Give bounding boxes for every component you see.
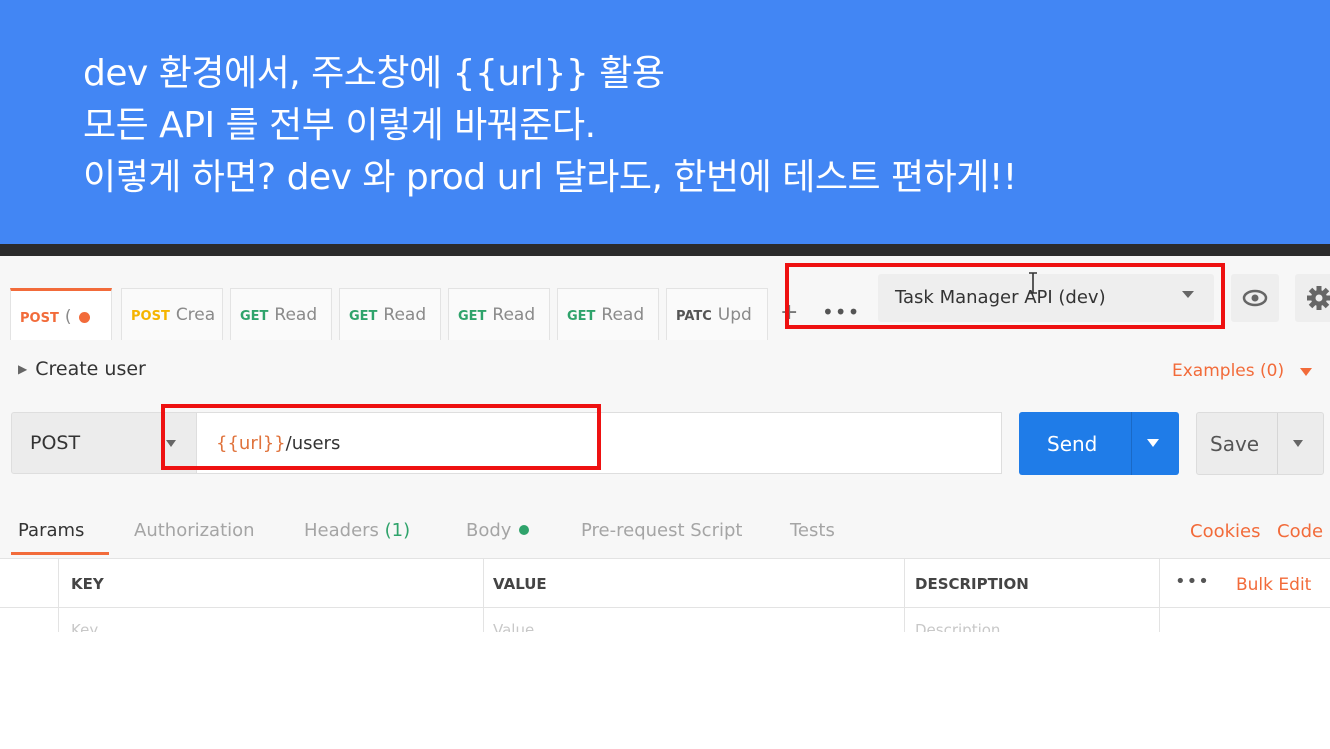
chevron-down-icon[interactable] [1147,439,1159,447]
request-name: Create user [35,358,146,380]
tab-label: Read [383,305,427,325]
body-indicator-dot-icon [519,525,530,535]
save-divider [1277,413,1278,474]
tab-label: ( [64,307,72,327]
request-tab[interactable]: POST Crea [121,288,223,340]
active-tab-indicator [11,552,109,555]
request-tab-active[interactable]: POST ( [10,288,112,340]
url-highlight-box [161,404,601,470]
chevron-down-icon[interactable] [1293,440,1303,447]
tab-label: Read [601,305,645,325]
window-top-edge [0,244,1330,256]
triangle-right-icon: ▶ [18,362,28,376]
postman-window: POST ( POST Crea GET Read GET Read GET Read G… [0,256,1330,632]
tab-body-label: Body [466,520,512,541]
tab-method: POST [20,311,59,326]
caption-line-3: 이렇게 하면? dev 와 prod url 달라도, 한번에 테스트 편하게!… [83,157,1017,198]
headers-count: (1) [384,520,411,541]
tab-label: Read [492,305,536,325]
tab-params[interactable]: Params [18,520,84,541]
caption-line-2: 모든 API 를 전부 이렇게 바꿔준다. [83,105,596,146]
key-input[interactable]: Key [71,621,98,632]
tab-headers-label: Headers [304,520,379,541]
value-input[interactable]: Value [493,621,534,632]
column-divider [58,559,59,632]
tab-authorization[interactable]: Authorization [134,520,255,541]
request-tab[interactable]: GET Read [230,288,332,340]
unsaved-dot-icon [78,311,90,323]
manage-environments-button[interactable] [1295,274,1330,322]
gear-icon [1307,286,1330,310]
tab-method: PATC [676,309,712,324]
eye-icon [1242,289,1268,307]
bulk-edit-link[interactable]: Bulk Edit [1236,575,1311,595]
blank-area [0,632,1330,749]
column-divider [1159,559,1160,632]
save-button[interactable]: Save [1196,412,1324,475]
caption-line-1: dev 환경에서, 주소창에 {{url}} 활용 [83,53,665,94]
tab-method: GET [567,309,596,324]
tab-label: Read [274,305,318,325]
request-name-toggle[interactable]: ▶ Create user [18,358,146,380]
column-header-description: DESCRIPTION [915,575,1029,593]
examples-dropdown[interactable]: Examples (0) [1172,361,1284,381]
tab-pre-request-script[interactable]: Pre-request Script [581,520,742,541]
tab-body[interactable]: Body [466,520,530,541]
tab-method: GET [240,309,269,324]
tab-headers[interactable]: Headers (1) [304,520,410,541]
params-table: KEY VALUE DESCRIPTION ••• Bulk Edit Key … [0,558,1330,632]
request-tab[interactable]: GET Read [448,288,550,340]
tab-method: GET [349,309,378,324]
request-tab[interactable]: GET Read [339,288,441,340]
tab-tests[interactable]: Tests [790,520,835,541]
send-button[interactable]: Send [1019,412,1179,475]
environment-highlight-box [785,263,1225,329]
column-header-value: VALUE [493,575,547,593]
tab-label: Crea [175,305,216,325]
row-divider [0,607,1330,608]
request-tab[interactable]: PATC Upd [666,288,768,340]
column-divider [483,559,484,632]
description-input[interactable]: Description [915,621,1000,632]
save-label: Save [1210,432,1260,456]
send-label: Send [1047,432,1098,456]
tab-method: GET [458,309,487,324]
chevron-down-icon[interactable] [1300,368,1312,376]
code-link[interactable]: Code [1277,521,1323,542]
column-divider [904,559,905,632]
caption-banner: dev 환경에서, 주소창에 {{url}} 활용 모든 API 를 전부 이렇… [0,0,1330,244]
send-divider [1131,412,1132,475]
environment-quick-look-button[interactable] [1231,274,1279,322]
tab-method: POST [131,309,170,324]
cookies-link[interactable]: Cookies [1190,521,1260,542]
request-tab[interactable]: GET Read [557,288,659,340]
column-header-key: KEY [71,575,104,593]
tab-label: Upd [717,305,752,325]
table-options-button[interactable]: ••• [1175,571,1210,592]
